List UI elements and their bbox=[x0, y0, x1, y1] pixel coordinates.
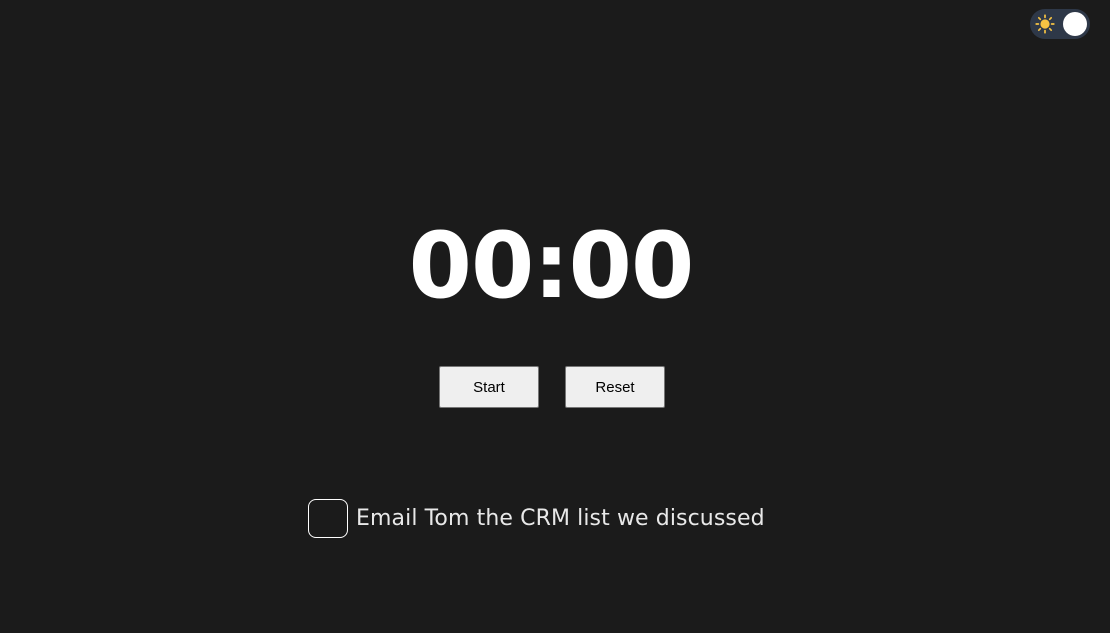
start-button[interactable]: Start bbox=[439, 366, 539, 408]
task-label: Email Tom the CRM list we discussed bbox=[356, 506, 765, 531]
theme-toggle[interactable] bbox=[1030, 9, 1090, 39]
task-checkbox[interactable] bbox=[308, 499, 348, 538]
task-item: Email Tom the CRM list we discussed bbox=[308, 499, 765, 538]
reset-button[interactable]: Reset bbox=[565, 366, 665, 408]
sun-icon bbox=[1035, 14, 1055, 34]
timer-display: 00:00 bbox=[408, 214, 695, 319]
toggle-knob[interactable] bbox=[1063, 12, 1087, 36]
